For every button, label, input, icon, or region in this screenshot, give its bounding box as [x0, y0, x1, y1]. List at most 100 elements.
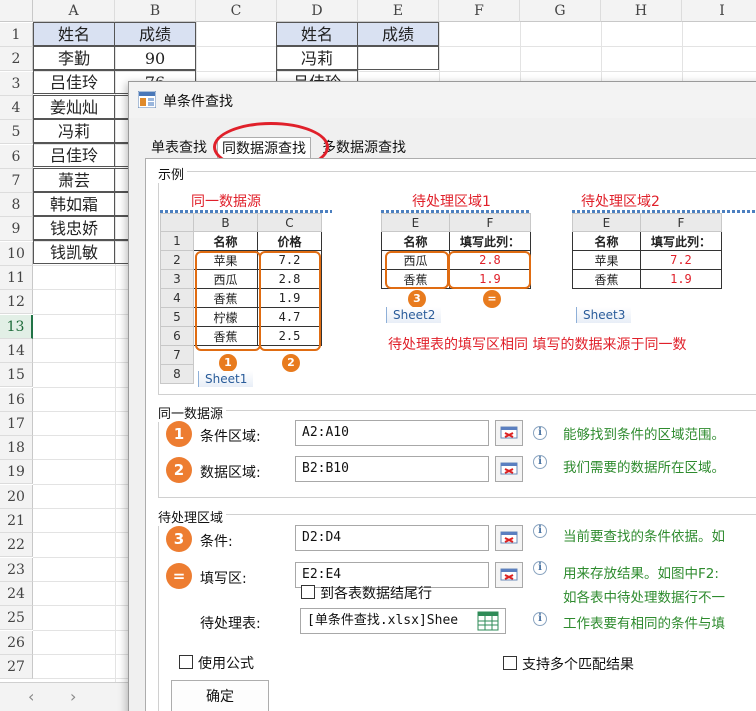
cell-a1[interactable]: 姓名 [33, 22, 115, 46]
cell-a10[interactable]: 钱凯敏 [33, 240, 115, 265]
fill-area-picker-button[interactable] [495, 562, 523, 588]
condition-range-hint: 能够找到条件的区域范围。 [563, 427, 725, 443]
row-header-18[interactable]: 18 [0, 436, 33, 461]
tab-single-table[interactable]: 单表查找 [147, 137, 211, 159]
mini-cell: 香蕉 [572, 269, 641, 289]
multi-match-label[interactable]: 支持多个匹配结果 [522, 654, 634, 674]
cell-a8[interactable]: 韩如霜 [33, 191, 115, 216]
row-header-19[interactable]: 19 [0, 460, 33, 485]
cell-a9[interactable]: 钱忠娇 [33, 216, 115, 241]
row-header-7[interactable]: 7 [0, 168, 33, 193]
column-header-c[interactable]: C [196, 0, 277, 22]
data-range-info-icon[interactable]: i [533, 455, 547, 469]
row-header-11[interactable]: 11 [0, 266, 33, 290]
row-header-12[interactable]: 12 [0, 290, 33, 315]
row-header-1[interactable]: 1 [0, 23, 33, 47]
ok-button[interactable]: 确定 [171, 680, 269, 711]
row-header-10[interactable]: 10 [0, 241, 33, 266]
mini-cell: 名称 [381, 231, 450, 251]
condition-input[interactable]: D2:D4 [295, 525, 489, 551]
row-header-25[interactable]: 25 [0, 606, 33, 631]
row-header-4[interactable]: 4 [0, 95, 33, 120]
mini-cell: 价格 [257, 231, 322, 251]
mini-colhdr: E [572, 213, 641, 232]
data-range-picker-button[interactable] [495, 456, 523, 482]
cell-a5[interactable]: 冯莉 [33, 118, 115, 143]
row-header-24[interactable]: 24 [0, 581, 33, 606]
select-all-corner[interactable] [0, 0, 33, 22]
cell-b2[interactable]: 90 [114, 46, 196, 70]
mini-rowhdr: 7 [160, 345, 194, 365]
multi-match-checkbox[interactable] [503, 656, 517, 670]
row-header-6[interactable]: 6 [0, 144, 33, 169]
row-header-21[interactable]: 21 [0, 509, 33, 533]
mini-colhdr: E [381, 213, 450, 232]
condition-range-input[interactable]: A2:A10 [295, 420, 489, 446]
row-header-3[interactable]: 3 [0, 71, 33, 96]
mini-colhdr: F [639, 213, 723, 232]
row-header-8[interactable]: 8 [0, 193, 33, 218]
row-header-14[interactable]: 14 [0, 338, 33, 363]
fill-area-info-icon[interactable]: i [533, 561, 547, 575]
dialog-titlebar[interactable]: 单条件查找 [129, 82, 756, 118]
use-formula-label[interactable]: 使用公式 [198, 653, 254, 673]
condition-info-icon[interactable]: i [533, 524, 547, 538]
mini-colhdr: C [257, 213, 322, 232]
column-header-g[interactable]: G [520, 0, 601, 22]
cell-b1[interactable]: 成绩 [114, 22, 196, 46]
cell-a6[interactable]: 吕佳玲 [33, 143, 115, 168]
example-note: 待处理表的填写区相同 填写的数据来源于同一数 [388, 337, 687, 353]
row-header-15[interactable]: 15 [0, 363, 33, 388]
column-header-e[interactable]: E [358, 0, 439, 22]
cell-e2[interactable] [357, 46, 439, 70]
target-table-input[interactable]: [单条件查找.xlsx]Shee [300, 608, 506, 634]
row-header-2[interactable]: 2 [0, 47, 33, 72]
step-badge-equals: = [166, 563, 192, 589]
row-header-27[interactable]: 27 [0, 654, 33, 679]
row-header-22[interactable]: 22 [0, 533, 33, 558]
step-badge-2: 2 [166, 457, 192, 483]
row-header-16[interactable]: 16 [0, 387, 33, 412]
condition-picker-button[interactable] [495, 525, 523, 551]
extend-to-end-label[interactable]: 到各表数据结尾行 [320, 583, 432, 603]
source-group-label: 同一数据源 [155, 403, 227, 422]
cell-d1[interactable]: 姓名 [276, 22, 358, 46]
prev-sheet-icon[interactable]: ‹ [28, 687, 34, 706]
data-range-input[interactable]: B2:B10 [295, 456, 489, 482]
mini-cell: 苹果 [572, 250, 641, 270]
column-header-h[interactable]: H [601, 0, 682, 22]
row-header-26[interactable]: 26 [0, 630, 33, 655]
table-select-icon[interactable] [477, 611, 499, 631]
row-header-20[interactable]: 20 [0, 484, 33, 509]
column-header-i[interactable]: I [682, 0, 756, 22]
target-table-info-icon[interactable]: i [533, 612, 547, 626]
row-header-5[interactable]: 5 [0, 120, 33, 145]
dialog-title: 单条件查找 [163, 94, 233, 110]
condition-label: 条件: [200, 534, 233, 550]
column-header-a[interactable]: A [33, 0, 115, 22]
condition-range-info-icon[interactable]: i [533, 426, 547, 440]
cell-d2[interactable]: 冯莉 [276, 46, 358, 70]
extend-to-end-checkbox[interactable] [301, 585, 315, 599]
cell-a3[interactable]: 吕佳玲 [33, 70, 115, 95]
extend-to-end-hint: 如各表中待处理数据行不一 [563, 590, 725, 606]
next-sheet-icon[interactable]: › [70, 687, 76, 706]
cell-a2[interactable]: 李勤 [33, 46, 115, 70]
column-header-f[interactable]: F [439, 0, 520, 22]
row-header-13[interactable]: 13 [0, 314, 33, 339]
column-header-d[interactable]: D [277, 0, 358, 22]
row-header-17[interactable]: 17 [0, 411, 33, 436]
cell-e1[interactable]: 成绩 [357, 22, 439, 46]
step-badge-1: 1 [166, 421, 192, 447]
row-header-23[interactable]: 23 [0, 557, 33, 582]
condition-range-picker-button[interactable] [495, 420, 523, 446]
cell-a7[interactable]: 萧芸 [33, 167, 115, 192]
example-source-label: 同一数据源 [191, 194, 261, 210]
cell-a4[interactable]: 姜灿灿 [33, 94, 115, 119]
column-header-b[interactable]: B [115, 0, 196, 22]
mini-rowhdr: 2 [160, 250, 194, 270]
use-formula-checkbox[interactable] [179, 655, 193, 669]
row-header-9[interactable]: 9 [0, 217, 33, 242]
tab-multi-source[interactable]: 多数据源查找 [318, 137, 410, 159]
example-sheet1-tab: Sheet1 [198, 371, 254, 387]
